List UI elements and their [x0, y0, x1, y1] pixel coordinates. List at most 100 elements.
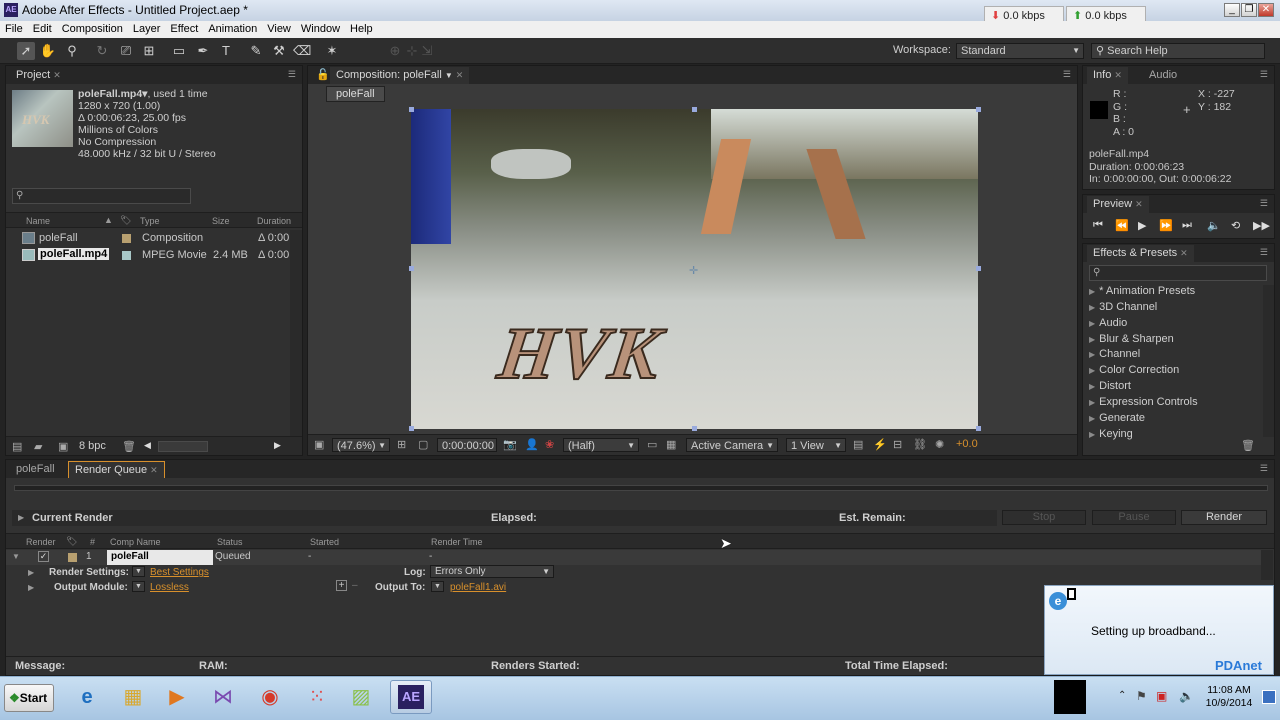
- flag-icon[interactable]: ⚑: [1136, 689, 1147, 703]
- timeline-icon[interactable]: ⊟: [893, 438, 902, 451]
- bit-depth-button[interactable]: 8 bpc: [79, 440, 106, 452]
- pen-tool-icon[interactable]: ✒: [194, 42, 212, 60]
- footage-name[interactable]: poleFall.mp4▾: [78, 88, 147, 100]
- search-help-field[interactable]: ⚲ Search Help: [1091, 43, 1265, 59]
- scroll-right-icon[interactable]: ▶: [274, 440, 281, 451]
- tab-effects[interactable]: Effects & Presets ✕: [1087, 245, 1194, 262]
- col-started[interactable]: Started: [310, 537, 339, 547]
- layer-handle[interactable]: [976, 426, 981, 431]
- anchor-point-icon[interactable]: ✛: [689, 264, 698, 277]
- local-axis-icon[interactable]: ⊕: [386, 42, 404, 60]
- show-hidden-icons[interactable]: ⌃: [1118, 690, 1126, 701]
- layer-handle[interactable]: [976, 107, 981, 112]
- show-desktop-button[interactable]: [1262, 690, 1276, 704]
- camera-dropdown[interactable]: Active Camera ▼: [686, 438, 778, 452]
- effect-category[interactable]: ▶ 3D Channel: [1089, 301, 1157, 313]
- audio-icon[interactable]: 🔈: [1207, 219, 1221, 232]
- safe-margins-icon[interactable]: ⊞: [397, 438, 406, 451]
- col-render[interactable]: Render: [26, 537, 56, 547]
- effect-category[interactable]: ▶ Distort: [1089, 380, 1131, 392]
- resolution-dropdown[interactable]: (Half) ▼: [563, 438, 639, 452]
- render-queue-row[interactable]: ▼ ✓ 1 poleFall Queued - -: [6, 550, 1262, 565]
- panel-menu-icon[interactable]: ☰: [1260, 463, 1268, 474]
- close-button[interactable]: ✕: [1258, 3, 1274, 17]
- menu-view[interactable]: View: [262, 21, 296, 35]
- first-frame-icon[interactable]: ⏮: [1093, 219, 1103, 232]
- project-row[interactable]: poleFall Composition Δ 0:00: [6, 230, 302, 247]
- col-duration[interactable]: Duration: [257, 216, 291, 226]
- col-size[interactable]: Size: [212, 216, 230, 226]
- trash-icon[interactable]: 🗑: [1241, 439, 1255, 452]
- tab-composition[interactable]: Composition: poleFall ▼ ✕: [330, 67, 470, 84]
- col-name[interactable]: Name: [26, 216, 50, 226]
- col-render-time[interactable]: Render Time: [431, 537, 483, 547]
- show-snapshot-icon[interactable]: 👤: [525, 438, 539, 451]
- tab-render-queue[interactable]: Render Queue ✕: [68, 461, 165, 478]
- previous-frame-icon[interactable]: ⏪: [1115, 219, 1129, 232]
- puppet-tool-icon[interactable]: ✶: [323, 42, 341, 60]
- mask-visibility-icon[interactable]: ▢: [418, 438, 428, 451]
- menu-composition[interactable]: Composition: [57, 21, 128, 35]
- render-checkbox[interactable]: ✓: [38, 551, 49, 562]
- exposure-reset-icon[interactable]: ✺: [935, 438, 944, 451]
- region-of-interest-icon[interactable]: ▭: [647, 438, 657, 451]
- start-button[interactable]: ❖Start: [4, 684, 54, 712]
- black-tray-window[interactable]: [1054, 680, 1086, 714]
- add-output-module-icon[interactable]: +: [336, 580, 347, 591]
- type-tool-icon[interactable]: T: [217, 42, 235, 60]
- layer-handle[interactable]: [976, 266, 981, 271]
- transparency-grid-icon[interactable]: ▦: [666, 438, 676, 451]
- menu-effect[interactable]: Effect: [165, 21, 203, 35]
- collapse-icon[interactable]: ▼: [12, 552, 20, 561]
- tab-poleFall-timeline[interactable]: poleFall: [10, 461, 61, 478]
- tab-preview[interactable]: Preview ✕: [1087, 196, 1149, 213]
- effect-category[interactable]: ▶ Keying: [1089, 428, 1133, 440]
- clock[interactable]: 11:08 AM 10/9/2014: [1200, 684, 1258, 710]
- apps-grid-icon[interactable]: ⁙: [300, 680, 334, 714]
- render-button[interactable]: Render: [1181, 510, 1267, 525]
- exposure-value[interactable]: +0.0: [956, 438, 978, 450]
- selection-tool-icon[interactable]: ➚: [17, 42, 35, 60]
- comp-navigator-button[interactable]: poleFall: [326, 86, 385, 102]
- effect-category[interactable]: ▶ Blur & Sharpen: [1089, 333, 1174, 345]
- channel-icon[interactable]: ❀: [545, 438, 554, 451]
- layer-handle[interactable]: [409, 426, 414, 431]
- effect-category[interactable]: ▶ Generate: [1089, 412, 1145, 424]
- rectangle-tool-icon[interactable]: ▭: [170, 42, 188, 60]
- next-frame-icon[interactable]: ⏩: [1159, 219, 1173, 232]
- col-comp-name[interactable]: Comp Name: [110, 537, 161, 547]
- maximize-button[interactable]: ❐: [1241, 3, 1257, 17]
- ram-preview-icon[interactable]: ▶▶: [1253, 219, 1270, 232]
- menu-file[interactable]: File: [0, 21, 28, 35]
- output-to-value[interactable]: poleFall1.avi: [450, 582, 506, 593]
- effects-search-input[interactable]: ⚲: [1089, 265, 1267, 281]
- snapshot-icon[interactable]: 📷: [503, 438, 517, 451]
- effect-category[interactable]: ▶ Expression Controls: [1089, 396, 1198, 408]
- layer-handle[interactable]: [409, 107, 414, 112]
- effect-category[interactable]: ▶ Audio: [1089, 317, 1127, 329]
- panel-menu-icon[interactable]: ☰: [1260, 69, 1268, 80]
- tab-project[interactable]: Project ✕: [10, 67, 67, 84]
- zoom-tool-icon[interactable]: ⚲: [63, 42, 81, 60]
- clone-stamp-tool-icon[interactable]: ⚒: [270, 42, 288, 60]
- brush-tool-icon[interactable]: ✎: [247, 42, 265, 60]
- layer-handle[interactable]: [409, 266, 414, 271]
- col-type[interactable]: Type: [140, 216, 160, 226]
- effect-category[interactable]: ▶ Color Correction: [1089, 364, 1179, 376]
- network-error-icon[interactable]: ▣: [1156, 689, 1167, 703]
- trash-icon[interactable]: 🗑: [122, 440, 136, 453]
- stop-button[interactable]: Stop: [1002, 510, 1086, 525]
- render-settings-value[interactable]: Best Settings: [150, 567, 209, 578]
- tab-audio[interactable]: Audio: [1143, 67, 1183, 84]
- col-status[interactable]: Status: [217, 537, 243, 547]
- interpret-footage-icon[interactable]: ▤: [12, 440, 22, 453]
- menu-animation[interactable]: Animation: [203, 21, 262, 35]
- loop-icon[interactable]: ⟲: [1231, 219, 1240, 232]
- effects-scrollbar[interactable]: [1263, 285, 1274, 437]
- expand-icon[interactable]: ▶: [28, 583, 34, 592]
- close-icon[interactable]: ✕: [456, 70, 464, 80]
- scroll-thumb[interactable]: [158, 441, 208, 452]
- panel-menu-icon[interactable]: ☰: [288, 69, 296, 80]
- render-settings-dropdown-icon[interactable]: ▼: [132, 566, 145, 577]
- close-icon[interactable]: ✕: [1180, 248, 1188, 258]
